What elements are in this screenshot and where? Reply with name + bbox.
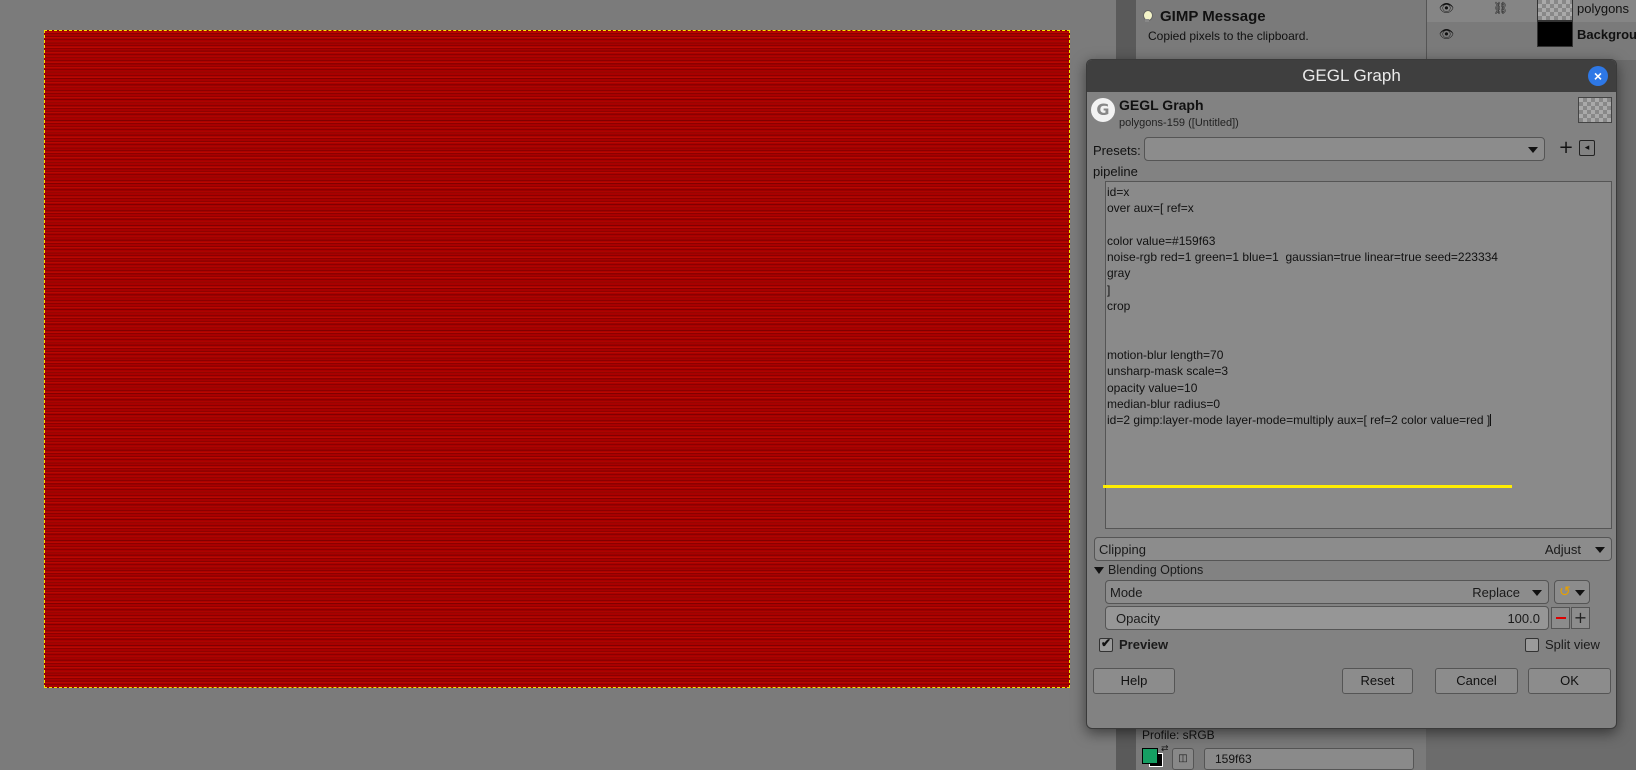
operation-subtitle: polygons-159 ([Untitled]) — [1119, 117, 1239, 129]
opacity-value: 100.0 — [1507, 611, 1540, 626]
drawable-preview-thumbnail — [1578, 97, 1612, 123]
lightbulb-icon — [1142, 9, 1153, 24]
pipeline-line: ] — [1107, 282, 1111, 297]
message-title: GIMP Message — [1160, 8, 1266, 25]
pipeline-line: unsharp-mask scale=3 — [1107, 364, 1229, 379]
opacity-decrease-button[interactable] — [1551, 607, 1570, 629]
layer-row-background[interactable]: 👁 Backgrour — [1427, 20, 1636, 48]
cancel-button[interactable]: Cancel — [1435, 668, 1518, 694]
mode-label: Mode — [1110, 585, 1143, 600]
chevron-down-icon — [1528, 147, 1538, 153]
composite-mode-button[interactable]: ↺ — [1554, 580, 1590, 604]
gegl-graph-dialog: GEGL Graph × G GEGL Graph polygons-159 (… — [1086, 59, 1617, 729]
layer-name: Backgrour — [1577, 26, 1636, 42]
pipeline-label: pipeline — [1093, 164, 1138, 179]
pipeline-line-text: id=2 gimp:layer-mode layer-mode=multiply… — [1107, 413, 1491, 428]
opacity-label: Opacity — [1116, 611, 1161, 626]
chevron-down-icon — [1595, 547, 1605, 553]
pipeline-line — [1107, 217, 1611, 233]
mode-dropdown[interactable]: Mode Replace — [1105, 580, 1549, 604]
pipeline-line: median-blur radius=0 — [1107, 396, 1221, 411]
reset-icon: ↺ — [1559, 584, 1571, 600]
color-picker-button[interactable]: ◫ — [1172, 748, 1194, 770]
message-text: Copied pixels to the clipboard. — [1148, 29, 1309, 43]
foreground-color-swatch[interactable] — [1142, 748, 1158, 764]
add-preset-button[interactable]: + — [1557, 138, 1575, 158]
preview-label: Preview — [1119, 637, 1169, 652]
layers-panel: 👁 ⛓ polygons 👁 Backgrour — [1426, 0, 1636, 60]
dialog-header: G GEGL Graph polygons-159 ([Untitled]) — [1087, 92, 1616, 134]
reset-button[interactable]: Reset — [1342, 668, 1413, 694]
pipeline-line: id=x — [1107, 185, 1130, 199]
layer-name: polygons — [1577, 0, 1630, 16]
operation-title: GEGL Graph — [1119, 97, 1204, 113]
pipeline-textarea[interactable]: id=x over aux=[ ref=x color value=#159f6… — [1105, 181, 1612, 529]
pipeline-line: opacity value=10 — [1107, 380, 1198, 395]
text-caret — [1490, 414, 1492, 427]
blending-options-label: Blending Options — [1108, 563, 1204, 577]
presets-row: Presets: + ◂ — [1087, 134, 1616, 166]
preview-toggle[interactable]: Preview — [1099, 636, 1169, 652]
layer-thumbnail — [1537, 0, 1573, 21]
pipeline-line-last: id=2 gimp:layer-mode layer-mode=multiply… — [1107, 412, 1611, 428]
mode-value: Replace — [1472, 585, 1520, 600]
ok-button[interactable]: OK — [1528, 668, 1611, 694]
pipeline-line: over aux=[ ref=x — [1107, 201, 1194, 216]
presets-label: Presets: — [1093, 143, 1141, 158]
pipeline-line: noise-rgb red=1 green=1 blue=1 gaussian=… — [1107, 250, 1498, 265]
hex-color-input[interactable]: 159f63 — [1204, 748, 1414, 770]
help-button[interactable]: Help — [1093, 668, 1175, 694]
message-panel: GIMP Message Copied pixels to the clipbo… — [1136, 0, 1426, 60]
clipping-label: Clipping — [1099, 542, 1146, 557]
pipeline-line: gray — [1107, 266, 1131, 281]
swap-colors-icon[interactable]: ⇄ — [1161, 744, 1169, 754]
preview-checkbox[interactable] — [1099, 636, 1113, 652]
pipeline-line: color value=#159f63 — [1107, 233, 1216, 248]
presets-dropdown[interactable] — [1144, 137, 1545, 161]
dialog-titlebar[interactable]: GEGL Graph × — [1087, 60, 1616, 92]
pipeline-line — [1107, 331, 1611, 347]
dialog-title: GEGL Graph — [1302, 66, 1401, 85]
chevron-down-icon — [1575, 590, 1585, 596]
split-view-toggle[interactable]: Split view — [1525, 637, 1600, 652]
highlight-underline — [1103, 485, 1512, 488]
expander-triangle-icon — [1094, 566, 1104, 574]
split-view-label: Split view — [1545, 637, 1600, 652]
pipeline-line — [1107, 314, 1611, 330]
layer-thumbnail — [1537, 21, 1573, 47]
clipping-value: Adjust — [1544, 542, 1581, 557]
opacity-increase-button[interactable]: + — [1571, 607, 1590, 629]
preset-menu-button[interactable]: ◂ — [1579, 140, 1595, 156]
image-canvas[interactable] — [44, 30, 1070, 688]
canvas-area[interactable] — [0, 0, 1116, 770]
message-title-row: GIMP Message — [1142, 8, 1420, 25]
chain-link-icon[interactable]: ⛓ — [1493, 2, 1511, 14]
opacity-slider[interactable]: Opacity 100.0 — [1105, 606, 1549, 630]
pipeline-line: crop — [1107, 299, 1131, 314]
blending-options-expander[interactable]: Blending Options — [1094, 563, 1203, 577]
layer-row-polygons[interactable]: 👁 ⛓ polygons — [1427, 0, 1636, 22]
close-button[interactable]: × — [1588, 66, 1608, 86]
pipeline-line: motion-blur length=70 — [1107, 347, 1224, 362]
chevron-down-icon — [1532, 590, 1542, 596]
split-view-checkbox[interactable] — [1525, 637, 1539, 652]
eye-icon[interactable]: 👁 — [1439, 2, 1455, 14]
profile-label: Profile: sRGB — [1142, 728, 1215, 742]
eye-icon[interactable]: 👁 — [1439, 28, 1455, 40]
clipping-dropdown[interactable]: Clipping Adjust — [1094, 537, 1612, 561]
gegl-logo-icon: G — [1091, 98, 1115, 122]
